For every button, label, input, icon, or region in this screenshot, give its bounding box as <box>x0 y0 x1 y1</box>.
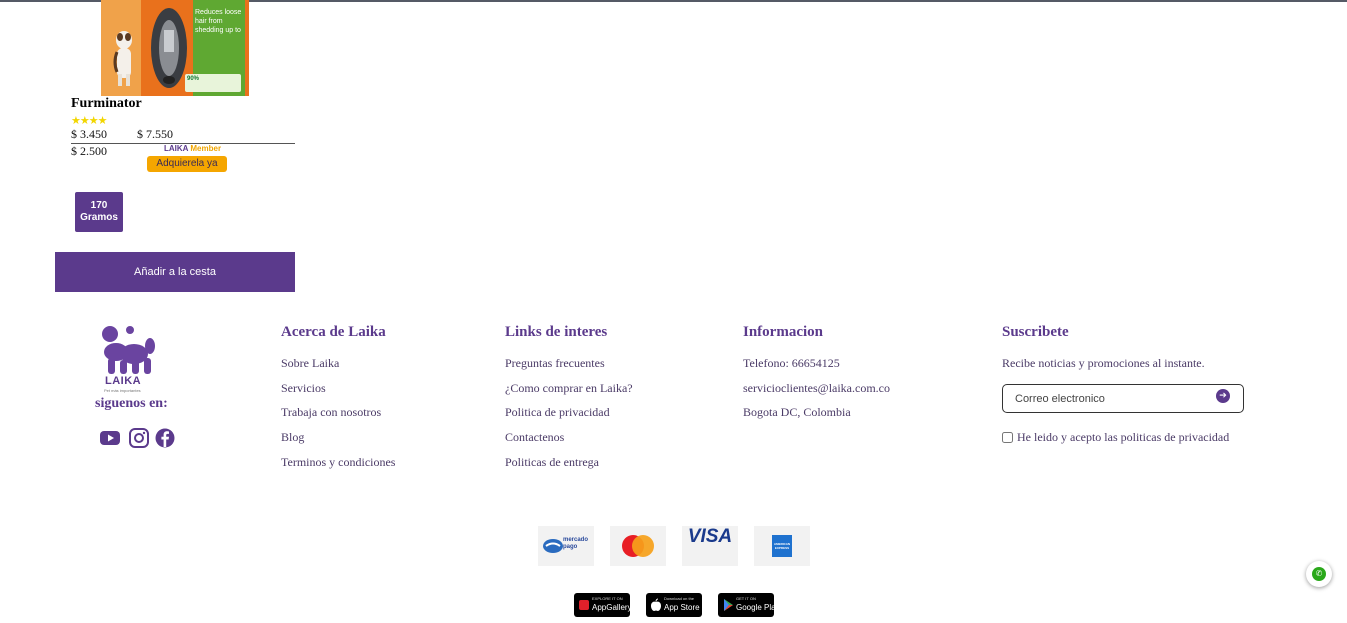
link-politica-privacidad[interactable]: Politica de privacidad <box>505 405 610 420</box>
google-play-icon <box>724 599 733 611</box>
product-price: $ 3.450 <box>71 127 107 141</box>
app-store-badge[interactable]: Download on the App Store <box>646 593 702 617</box>
about-title: Acerca de Laika <box>281 324 386 340</box>
app-store-text: App Store <box>664 603 700 612</box>
subscribe-title: Suscribete <box>1002 324 1069 340</box>
info-title: Informacion <box>743 324 823 340</box>
follow-us-label: siguenos en: <box>95 396 168 411</box>
link-trabaja-con-nosotros[interactable]: Trabaja con nosotros <box>281 405 381 420</box>
link-sobre-laika[interactable]: Sobre Laika <box>281 356 339 371</box>
visa-wordmark: VISA <box>687 526 733 547</box>
instagram-icon[interactable] <box>128 428 150 448</box>
google-play-badge[interactable]: GET IT ON Google Play <box>718 593 780 617</box>
dog-illustration <box>113 31 132 86</box>
huawei-icon <box>579 600 589 610</box>
weight-value: 170 <box>90 200 108 211</box>
info-location: Bogota DC, Colombia <box>743 405 851 419</box>
product-member-price: $ 2.500 <box>71 144 107 158</box>
logo-wordmark: LAIKA <box>105 375 142 387</box>
weight-unit: Gramos <box>80 212 118 223</box>
appgallery-small-text: EXPLORE IT ON <box>592 596 623 601</box>
link-contactenos[interactable]: Contactenos <box>505 430 564 445</box>
apple-icon <box>651 598 661 611</box>
weight-option-button[interactable]: 170 Gramos <box>75 192 123 232</box>
product-name[interactable]: Furminator <box>71 96 142 112</box>
appgallery-text: AppGallery <box>592 603 632 612</box>
mastercard-logo <box>610 526 666 566</box>
product-image-claim: Reduces loose hair from shedding up to <box>195 9 242 34</box>
mastercard-icon <box>622 535 654 557</box>
logo-tagline: Pet más importantes <box>104 388 141 393</box>
google-play-small-text: GET IT ON <box>736 596 756 601</box>
link-servicios[interactable]: Servicios <box>281 381 326 396</box>
product-price-regular: $ 7.550 <box>137 127 173 141</box>
app-store-small-text: Download on the <box>664 596 695 601</box>
youtube-icon[interactable] <box>99 428 121 448</box>
member-brand: LAIKA <box>164 144 189 153</box>
interest-title: Links de interes <box>505 324 608 340</box>
member-label: Member <box>190 144 222 153</box>
laika-member-tag: LAIKA Member <box>164 144 221 153</box>
privacy-label: He leido y acepto las politicas de priva… <box>1017 430 1230 444</box>
amex-logo: AMERICAN EXPRESS <box>754 526 810 566</box>
amex-wordmark: AMERICAN EXPRESS <box>772 535 792 557</box>
google-play-text: Google Play <box>736 603 780 612</box>
subscribe-description: Recibe noticias y promociones al instant… <box>1002 356 1205 370</box>
whatsapp-icon: ✆ <box>1312 567 1326 581</box>
product-image-badge: 90% <box>185 74 241 92</box>
add-to-cart-button[interactable]: Añadir a la cesta <box>55 252 295 292</box>
facebook-icon[interactable] <box>154 428 176 448</box>
newsletter-email-input[interactable] <box>1015 391 1205 407</box>
product-image[interactable]: Reduces loose hair from shedding up to 9… <box>101 0 249 96</box>
info-email[interactable]: servicioclientes@laika.com.co <box>743 381 890 396</box>
mercadopago-logo: mercado pago <box>538 526 594 566</box>
handshake-icon <box>543 539 563 553</box>
privacy-checkbox[interactable] <box>1002 432 1013 443</box>
link-como-comprar[interactable]: ¿Como comprar en Laika? <box>505 381 633 396</box>
acquire-membership-button[interactable]: Adquierela ya <box>147 156 227 172</box>
info-phone: Telefono: 66654125 <box>743 356 840 370</box>
product-rating-stars: ★★★★ <box>71 114 107 127</box>
link-preguntas-frecuentes[interactable]: Preguntas frecuentes <box>505 356 605 371</box>
visa-logo: VISA <box>682 526 738 566</box>
whatsapp-button[interactable]: ✆ <box>1306 561 1332 587</box>
mercadopago-line1: mercado <box>563 537 589 543</box>
arrow-right-icon[interactable]: ➔ <box>1216 389 1230 403</box>
link-blog[interactable]: Blog <box>281 430 304 445</box>
link-politicas-entrega[interactable]: Politicas de entrega <box>505 455 599 470</box>
newsletter-form: ➔ <box>1002 384 1244 413</box>
appgallery-badge[interactable]: EXPLORE IT ON AppGallery <box>574 593 632 617</box>
mercadopago-line2: pago <box>563 544 578 550</box>
link-terminos[interactable]: Terminos y condiciones <box>281 455 395 470</box>
